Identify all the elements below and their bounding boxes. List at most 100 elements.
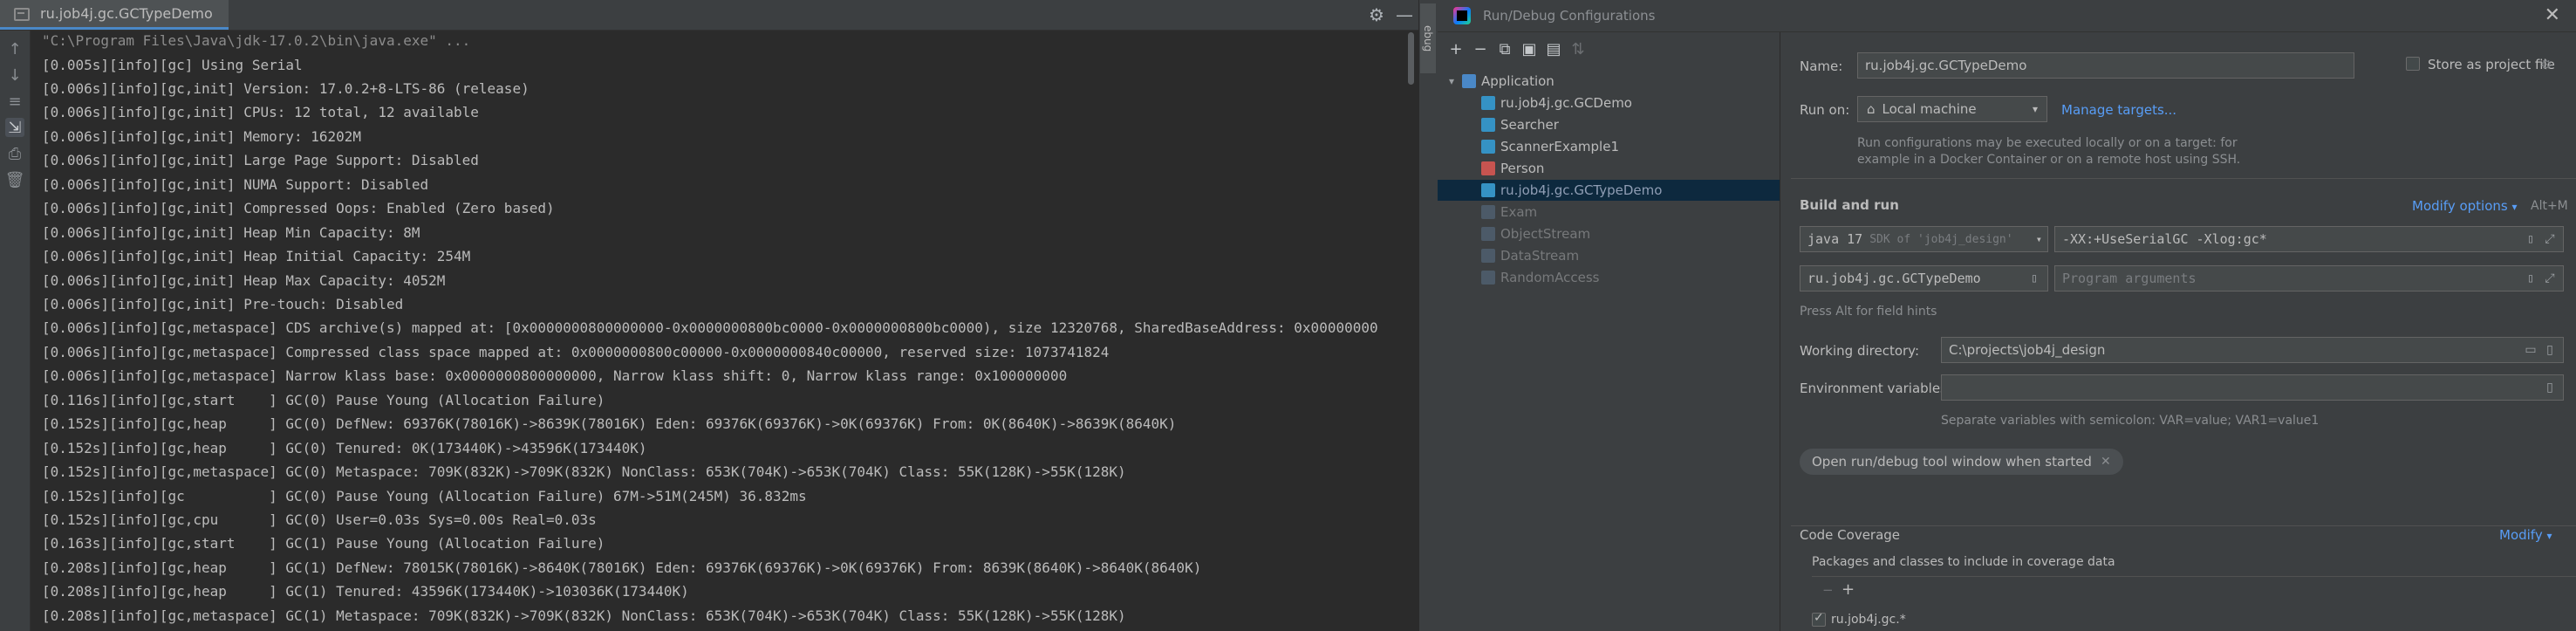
folder-icon[interactable]: ▭: [2523, 342, 2538, 358]
divider: [1812, 576, 2576, 577]
remove-option-icon[interactable]: ✕: [2101, 455, 2111, 469]
environment-variables-hint: Separate variables with semicolon: VAR=v…: [1941, 414, 2320, 428]
modify-options-link[interactable]: Modify options ▾: [2412, 198, 2518, 214]
environment-variables-label: Environment variables:: [1800, 381, 1951, 396]
jdk-select[interactable]: java 17 SDK of 'job4j_design' ▾: [1800, 226, 2048, 252]
arrow-down-icon[interactable]: ↓: [5, 65, 24, 85]
close-icon[interactable]: ✕: [2545, 0, 2560, 31]
console-tab[interactable]: ru.job4j.gc.GCTypeDemo: [0, 0, 229, 30]
tree-group-application[interactable]: ▾ Application: [1438, 71, 1780, 92]
tree-item-selected[interactable]: ru.job4j.gc.GCTypeDemo: [1438, 180, 1780, 201]
tree-item[interactable]: ru.job4j.gc.GCDemo: [1438, 93, 1780, 113]
class-icon: [1481, 140, 1495, 154]
console-line: [0.006s][info][gc,init] Compressed Oops:…: [42, 200, 555, 216]
tree-item-label: ru.job4j.gc.GCTypeDemo: [1500, 182, 1663, 198]
scrollbar-thumb[interactable]: [1408, 32, 1414, 85]
program-arguments-placeholder: Program arguments: [2062, 271, 2197, 286]
document-icon[interactable]: ▯: [2542, 380, 2558, 395]
run-console-panel: ru.job4j.gc.GCTypeDemo ⚙ — ↑ ↓ ≡ ⇲ ⎙ 🗑 "…: [0, 0, 1418, 631]
tree-item[interactable]: DataStream: [1438, 245, 1780, 266]
tree-item-label: Exam: [1500, 204, 1538, 220]
tree-item[interactable]: Exam: [1438, 202, 1780, 223]
trash-icon[interactable]: 🗑: [5, 170, 25, 189]
intellij-logo-icon: [1453, 7, 1471, 24]
tree-item[interactable]: RandomAccess: [1438, 267, 1780, 288]
console-output[interactable]: "C:\Program Files\Java\jdk-17.0.2\bin\ja…: [42, 31, 1416, 631]
chevron-down-icon[interactable]: ▾: [1445, 75, 1459, 87]
print-icon[interactable]: ⎙: [5, 144, 24, 163]
modify-label: Modify: [2499, 527, 2543, 543]
build-and-run-heading: Build and run: [1800, 197, 1899, 213]
console-scrollbar[interactable]: [1406, 31, 1415, 631]
name-field[interactable]: ru.job4j.gc.GCTypeDemo: [1857, 52, 2354, 79]
console-line: [0.152s][info][gc,heap ] GC(0) DefNew: 6…: [42, 415, 1177, 432]
document-icon[interactable]: ▯: [2542, 342, 2558, 358]
arrow-up-icon[interactable]: ↑: [5, 39, 24, 58]
remove-icon[interactable]: −: [1822, 582, 1834, 598]
save-icon[interactable]: ▣: [1520, 39, 1539, 58]
console-line: [0.006s][info][gc,metaspace] Compressed …: [42, 344, 1110, 360]
document-icon[interactable]: ▯: [2523, 271, 2538, 286]
store-as-project-checkbox[interactable]: [2406, 57, 2420, 71]
edit-templates-icon[interactable]: ▤: [1544, 39, 1563, 58]
console-tab-bar: ru.job4j.gc.GCTypeDemo ⚙ —: [0, 0, 1418, 31]
document-icon[interactable]: ▯: [2026, 271, 2042, 286]
run-on-select[interactable]: ⌂ Local machine ▾: [1857, 96, 2047, 122]
console-line: [0.006s][info][gc,init] Version: 17.0.2+…: [42, 80, 530, 97]
console-line: [0.116s][info][gc,start ] GC(0) Pause Yo…: [42, 392, 605, 408]
tree-item-label: ru.job4j.gc.GCDemo: [1500, 95, 1632, 111]
main-class-value: ru.job4j.gc.GCTypeDemo: [1807, 271, 1981, 286]
class-icon: [1481, 205, 1495, 219]
add-icon[interactable]: +: [1841, 580, 1855, 599]
console-line: [0.006s][info][gc,init] Heap Max Capacit…: [42, 272, 446, 289]
working-directory-value: C:\projects\job4j_design: [1949, 342, 2106, 358]
working-directory-label: Working directory:: [1800, 343, 1920, 359]
expand-icon[interactable]: ⤢: [2542, 231, 2558, 247]
modify-coverage-link[interactable]: Modify ▾: [2499, 527, 2552, 543]
working-directory-field[interactable]: C:\projects\job4j_design ▭ ▯: [1941, 337, 2564, 363]
coverage-entry-checkbox[interactable]: [1812, 611, 1826, 627]
tree-item[interactable]: Searcher: [1438, 114, 1780, 135]
debug-side-tab[interactable]: ebug: [1420, 3, 1436, 73]
code-coverage-heading: Code Coverage: [1800, 527, 1901, 543]
console-line: [0.208s][info][gc,metaspace] GC(1) Metas…: [42, 607, 1126, 624]
chevron-down-icon: ▾: [2032, 233, 2042, 245]
document-icon[interactable]: ▯: [2523, 231, 2538, 247]
console-line: [0.006s][info][gc,init] Pre-touch: Disab…: [42, 296, 404, 312]
divider: [1791, 178, 2576, 179]
vm-options-value: -XX:+UseSerialGC -Xlog:gc*: [2062, 231, 2267, 247]
gear-icon[interactable]: ⚙: [2540, 57, 2552, 72]
class-icon: [1481, 227, 1495, 241]
gear-icon[interactable]: ⚙: [1363, 0, 1390, 30]
main-class-field[interactable]: ru.job4j.gc.GCTypeDemo ▯: [1800, 265, 2048, 291]
tree-group-label: Application: [1481, 73, 1554, 89]
scroll-to-end-icon[interactable]: ⇲: [5, 118, 24, 137]
tree-item[interactable]: Person: [1438, 158, 1780, 179]
vm-options-field[interactable]: -XX:+UseSerialGC -Xlog:gc* ▯ ⤢: [2054, 226, 2564, 252]
manage-targets-link[interactable]: Manage targets...: [2061, 102, 2176, 118]
class-icon: [1481, 183, 1495, 197]
minimize-icon[interactable]: —: [1391, 0, 1418, 30]
environment-variables-field[interactable]: ▯: [1941, 374, 2564, 401]
add-icon[interactable]: +: [1446, 39, 1466, 58]
tree-item[interactable]: ObjectStream: [1438, 223, 1780, 244]
chevron-down-icon: ▾: [2511, 201, 2518, 213]
jdk-hint: SDK of 'job4j_design': [1869, 232, 2013, 246]
dialog-title-bar: Run/Debug Configurations ✕: [1438, 0, 2576, 32]
sort-icon[interactable]: ⇅: [1568, 39, 1588, 58]
modify-options-shortcut: Alt+M: [2531, 199, 2568, 213]
console-icon: [14, 8, 30, 21]
expand-icon[interactable]: ⤢: [2542, 271, 2558, 286]
console-command-line: "C:\Program Files\Java\jdk-17.0.2\bin\ja…: [42, 32, 471, 49]
open-tool-window-option[interactable]: Open run/debug tool window when started …: [1800, 449, 2123, 475]
copy-icon[interactable]: ⧉: [1495, 39, 1514, 58]
console-line: [0.152s][info][gc,cpu ] GC(0) User=0.03s…: [42, 511, 597, 528]
console-line: [0.006s][info][gc,init] Heap Initial Cap…: [42, 248, 471, 264]
remove-icon[interactable]: −: [1471, 39, 1490, 58]
tree-item[interactable]: ScannerExample1: [1438, 136, 1780, 157]
program-arguments-field[interactable]: Program arguments ▯ ⤢: [2054, 265, 2564, 291]
tree-item-label: RandomAccess: [1500, 270, 1600, 285]
soft-wrap-icon[interactable]: ≡: [5, 92, 24, 111]
coverage-entry-label: ru.job4j.gc.*: [1831, 613, 1906, 627]
modify-options-label: Modify options: [2412, 198, 2508, 214]
